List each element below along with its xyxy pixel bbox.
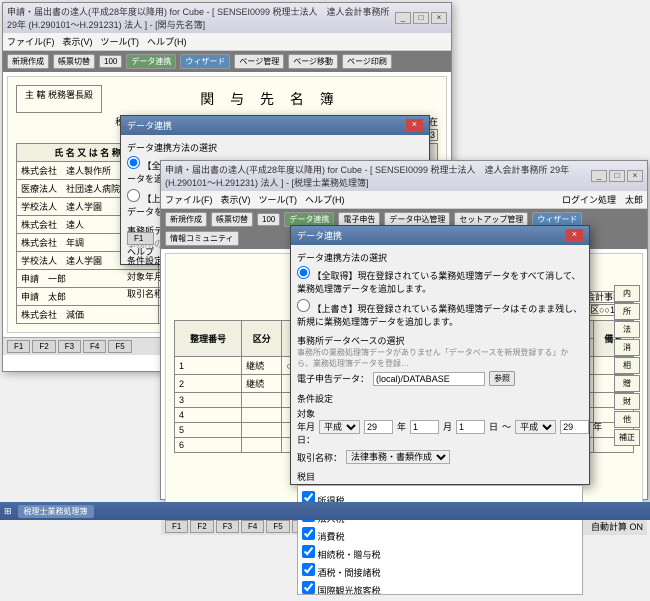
dlg1-close[interactable]: × [406,119,423,132]
max-btn[interactable]: □ [413,12,429,24]
tb-switch[interactable]: 帳票切替 [53,54,95,69]
tb-print[interactable]: ページ印刷 [342,54,392,69]
tb-page[interactable]: ページ管理 [234,54,284,69]
window-title: 申請・届出書の達人(平成28年度以降用) for Cube - [ SENSEI… [7,5,395,31]
min-btn[interactable]: _ [395,12,411,24]
tax-office-label: 主 轄 税務署長殿 [16,85,102,113]
taskbar: ⊞ 税理士業務処理簿 [0,502,650,520]
titlebar-1: 申請・届出書の達人(平成28年度以降用) for Cube - [ SENSEI… [3,3,451,33]
toolbar-1: 新規作成 帳票切替 100 データ連携 ウィザード ページ管理 ページ移動 ペー… [3,51,451,72]
dlg1-sec1: データ連携方法の選択 [127,141,423,154]
dlg2-r2[interactable] [297,299,310,312]
menubar-1: ファイル(F) 表示(V) ツール(T) ヘルプ(H) [3,33,451,51]
titlebar-2: 申請・届出書の達人(平成28年度以降用) for Cube - [ SENSEI… [161,161,647,191]
dlg2-close[interactable]: × [566,229,583,242]
menu-view[interactable]: 表示(V) [63,35,93,48]
window-title-2: 申請・届出書の達人(平成28年度以降用) for Cube - [ SENSEI… [165,163,591,189]
max-btn-2[interactable]: □ [609,170,625,182]
menu-help[interactable]: ヘルプ(H) [147,35,187,48]
dlg2-sec1: データ連携方法の選択 [297,251,583,264]
dlg1-r2[interactable] [127,189,140,202]
dlg1-r1[interactable] [127,156,140,169]
dlg1-title: データ連携× [121,116,429,135]
min-btn-2[interactable]: _ [591,170,607,182]
taskbar-item[interactable]: 税理士業務処理簿 [18,505,94,518]
dlg1-f1[interactable]: F1 [127,232,154,245]
paper-title: 関 与 先 名 簿 [102,85,438,113]
tb-wizard[interactable]: ウィザード [180,54,230,69]
dlg2-r1[interactable] [297,266,310,279]
dlg2-title: データ連携× [291,226,589,245]
tb-zoom[interactable]: 100 [99,55,122,68]
menubar-2: ファイル(F) 表示(V) ツール(T) ヘルプ(H) ログイン処理 太郎 [161,191,647,209]
dialog-datalink-2: データ連携× データ連携方法の選択 【全取得】現在登録されている業務処理簿データ… [290,225,590,485]
dlg2-sel[interactable]: 法律事務・書類作成 [346,450,450,464]
tb-new[interactable]: 新規作成 [7,54,49,69]
side-panel: 内 所 法 消 相 贈 財 他 補正 [614,284,640,447]
dlg2-db[interactable] [373,372,485,386]
menu-tools[interactable]: ツール(T) [101,35,140,48]
tb-pagemove[interactable]: ページ移動 [288,54,338,69]
menu-file[interactable]: ファイル(F) [7,35,55,48]
dlg2-browse[interactable]: 参照 [489,371,515,386]
close-btn[interactable]: × [431,12,447,24]
close-btn-2[interactable]: × [627,170,643,182]
tb-datalink[interactable]: データ連携 [126,54,176,69]
